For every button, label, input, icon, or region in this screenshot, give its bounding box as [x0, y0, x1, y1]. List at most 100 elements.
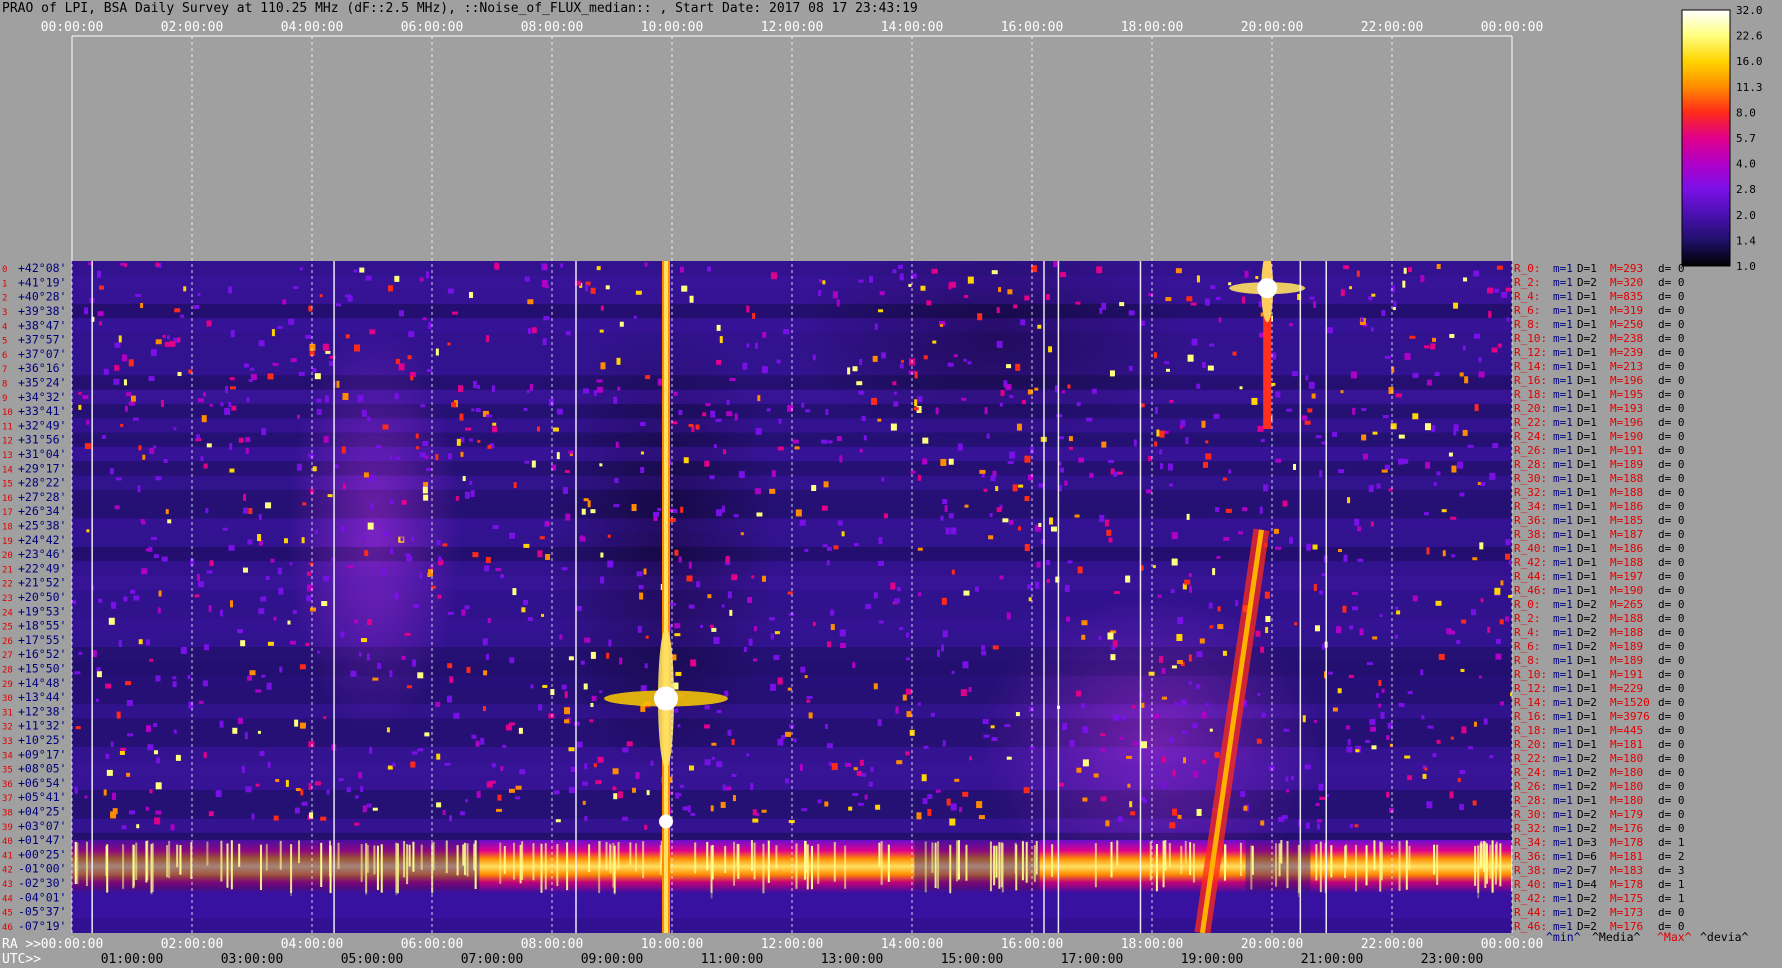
- stats-median-value: D=1: [1577, 724, 1597, 737]
- stats-ring-label: R_32:: [1514, 486, 1547, 499]
- band-streak: [887, 844, 890, 882]
- noise-speckle: [605, 285, 610, 290]
- noise-speckle: [530, 684, 534, 689]
- band-streak: [1494, 844, 1497, 885]
- stats-max-value: M=179: [1610, 808, 1643, 821]
- noise-speckle: [438, 556, 442, 562]
- noise-speckle: [1062, 723, 1068, 731]
- noise-speckle: [539, 536, 545, 540]
- noise-speckle: [1183, 757, 1187, 764]
- noise-speckle: [484, 565, 490, 572]
- band-streak: [1477, 845, 1480, 899]
- noise-speckle: [173, 427, 177, 431]
- stats-median-value: D=2: [1577, 780, 1597, 793]
- noise-speckle: [1338, 469, 1345, 474]
- band-streak: [1051, 844, 1054, 877]
- band-streak: [1398, 841, 1401, 891]
- noise-speckle: [250, 373, 257, 380]
- noise-speckle: [1122, 715, 1126, 721]
- noise-speckle: [149, 789, 153, 794]
- band-streak: [1189, 842, 1192, 875]
- noise-speckle: [389, 499, 394, 504]
- heatmap-row-band: [72, 489, 1512, 505]
- stats-min-value: m=1: [1553, 388, 1573, 401]
- declination-label: +14°48': [18, 676, 66, 690]
- ra-tick-label: 14:00:00: [881, 937, 944, 952]
- band-streak: [412, 841, 415, 872]
- declination-label: +10°25': [18, 733, 66, 747]
- stats-median-value: D=2: [1577, 906, 1597, 919]
- noise-speckle: [1148, 293, 1154, 297]
- noise-speckle: [295, 788, 301, 792]
- noise-speckle: [800, 666, 806, 673]
- declination-label: +37°07': [18, 347, 66, 361]
- noise-speckle: [1424, 512, 1430, 516]
- noise-speckle: [198, 700, 204, 704]
- noise-speckle: [267, 373, 274, 380]
- noise-speckle: [412, 659, 417, 667]
- noise-speckle: [1402, 280, 1406, 288]
- row-index-label: 36: [2, 780, 13, 790]
- noise-speckle: [709, 475, 715, 480]
- noise-speckle: [946, 798, 951, 806]
- noise-speckle: [703, 724, 710, 729]
- noise-speckle: [1106, 529, 1112, 536]
- noise-speckle: [1260, 438, 1265, 442]
- noise-speckle: [613, 504, 620, 508]
- noise-speckle: [1000, 390, 1005, 397]
- noise-speckle: [1105, 820, 1110, 827]
- noise-speckle: [1154, 714, 1160, 720]
- noise-speckle: [419, 452, 426, 458]
- noise-speckle: [203, 752, 207, 759]
- stats-deviation-value: d= 0: [1658, 654, 1685, 667]
- noise-speckle: [935, 407, 939, 415]
- noise-speckle: [255, 689, 262, 693]
- noise-speckle: [1133, 439, 1137, 447]
- noise-speckle: [1199, 638, 1205, 644]
- noise-speckle: [261, 674, 266, 678]
- stats-max-value: M=196: [1610, 416, 1643, 429]
- declination-label: -02°30': [18, 876, 66, 890]
- noise-speckle: [1467, 746, 1473, 750]
- noise-speckle: [951, 569, 955, 575]
- noise-speckle: [369, 329, 376, 335]
- noise-speckle: [419, 572, 423, 579]
- stats-deviation-value: d= 0: [1658, 458, 1685, 471]
- ra-tick-label: 22:00:00: [1361, 937, 1424, 952]
- noise-speckle: [1015, 363, 1021, 371]
- stats-median-value: D=1: [1577, 346, 1597, 359]
- noise-speckle: [992, 645, 999, 650]
- noise-speckle: [509, 532, 516, 539]
- declination-label: +06°54': [18, 776, 66, 790]
- stats-ring-label: R_0:: [1514, 598, 1541, 611]
- noise-speckle: [208, 811, 214, 817]
- band-streak: [1499, 843, 1502, 887]
- noise-speckle: [1093, 773, 1099, 778]
- noise-speckle: [631, 504, 637, 512]
- noise-speckle: [541, 280, 548, 288]
- stats-median-value: D=1: [1577, 304, 1597, 317]
- noise-speckle: [444, 762, 451, 766]
- noise-speckle: [138, 639, 143, 645]
- noise-speckle: [294, 719, 299, 727]
- row-index-label: 17: [2, 508, 13, 518]
- noise-speckle: [163, 458, 168, 463]
- noise-speckle: [742, 362, 748, 370]
- noise-speckle: [449, 676, 454, 681]
- stats-max-value: M=180: [1610, 794, 1643, 807]
- noise-speckle: [645, 375, 651, 380]
- noise-speckle: [451, 402, 457, 408]
- stats-median-value: D=2: [1577, 822, 1597, 835]
- noise-speckle: [726, 786, 732, 791]
- noise-speckle: [354, 619, 359, 624]
- noise-speckle: [215, 790, 222, 798]
- noise-speckle: [460, 437, 465, 443]
- noise-speckle: [542, 684, 548, 688]
- stats-min-value: m=1: [1553, 486, 1573, 499]
- stats-deviation-value: d= 0: [1658, 822, 1685, 835]
- noise-speckle: [806, 695, 813, 699]
- noise-speckle: [1075, 690, 1081, 697]
- noise-speckle: [1412, 595, 1418, 602]
- noise-speckle: [1312, 544, 1318, 550]
- noise-speckle: [1474, 404, 1479, 412]
